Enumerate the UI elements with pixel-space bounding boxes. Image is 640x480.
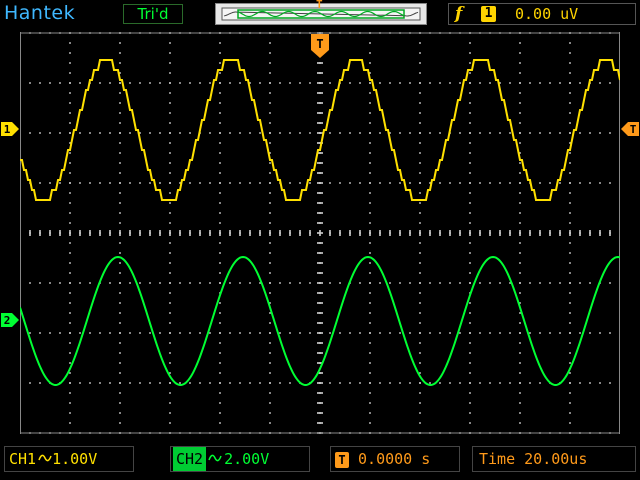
ch2-readout-name: CH2 xyxy=(173,447,207,471)
ac-coupling-icon xyxy=(206,447,224,471)
trigger-level-marker[interactable]: T xyxy=(621,120,640,142)
trigger-status-badge: Tri'd xyxy=(123,4,183,24)
ch1-ground-marker[interactable]: 1 xyxy=(0,120,20,142)
ch2-scale-readout[interactable]: CH2 2.00V xyxy=(170,446,310,472)
trigger-info-panel: f 1 0.00 uV xyxy=(448,3,636,25)
brand-logo: Hantek xyxy=(4,2,76,24)
timebase-value: Time 20.00us xyxy=(479,450,588,468)
trigger-edge-icon: f xyxy=(455,4,463,24)
ch1-waveform-trace xyxy=(20,59,621,201)
trigger-source-badge: 1 xyxy=(481,6,496,22)
horizontal-position-readout[interactable]: T 0.0000 s xyxy=(330,446,460,472)
ch2-ground-marker[interactable]: 2 xyxy=(0,311,20,333)
ch1-scale-readout[interactable]: CH1 1.00V xyxy=(4,446,134,472)
ch2-volts-div: 2.00V xyxy=(224,450,270,468)
ch1-readout-name: CH1 xyxy=(9,450,37,468)
trigger-level-marker-label: T xyxy=(630,123,637,136)
horizontal-position-value: 0.0000 s xyxy=(358,450,431,468)
ch1-marker-label: 1 xyxy=(4,123,11,136)
timebase-readout[interactable]: Time 20.00us xyxy=(472,446,636,472)
waveform-display[interactable]: T xyxy=(19,28,621,438)
top-status-bar: Hantek Tri'd T f 1 0.00 uV xyxy=(0,0,640,28)
trigger-position-icon: T xyxy=(335,451,349,468)
ch1-volts-div: 1.00V xyxy=(52,450,98,468)
memory-buffer-indicator: T xyxy=(215,0,427,25)
bottom-status-bar: CH1 1.00V CH2 2.00V T 0.0000 s Time 20.0… xyxy=(0,440,640,480)
graticule-grid xyxy=(19,32,621,434)
ch2-waveform-trace xyxy=(19,255,621,386)
buffer-trigger-marker: T xyxy=(316,0,323,11)
ac-coupling-icon xyxy=(38,447,52,471)
trigger-position-label: T xyxy=(316,37,323,51)
ch2-marker-label: 2 xyxy=(4,314,11,327)
trigger-position-marker[interactable]: T xyxy=(311,34,329,58)
trigger-level-readout: 0.00 uV xyxy=(515,5,579,23)
